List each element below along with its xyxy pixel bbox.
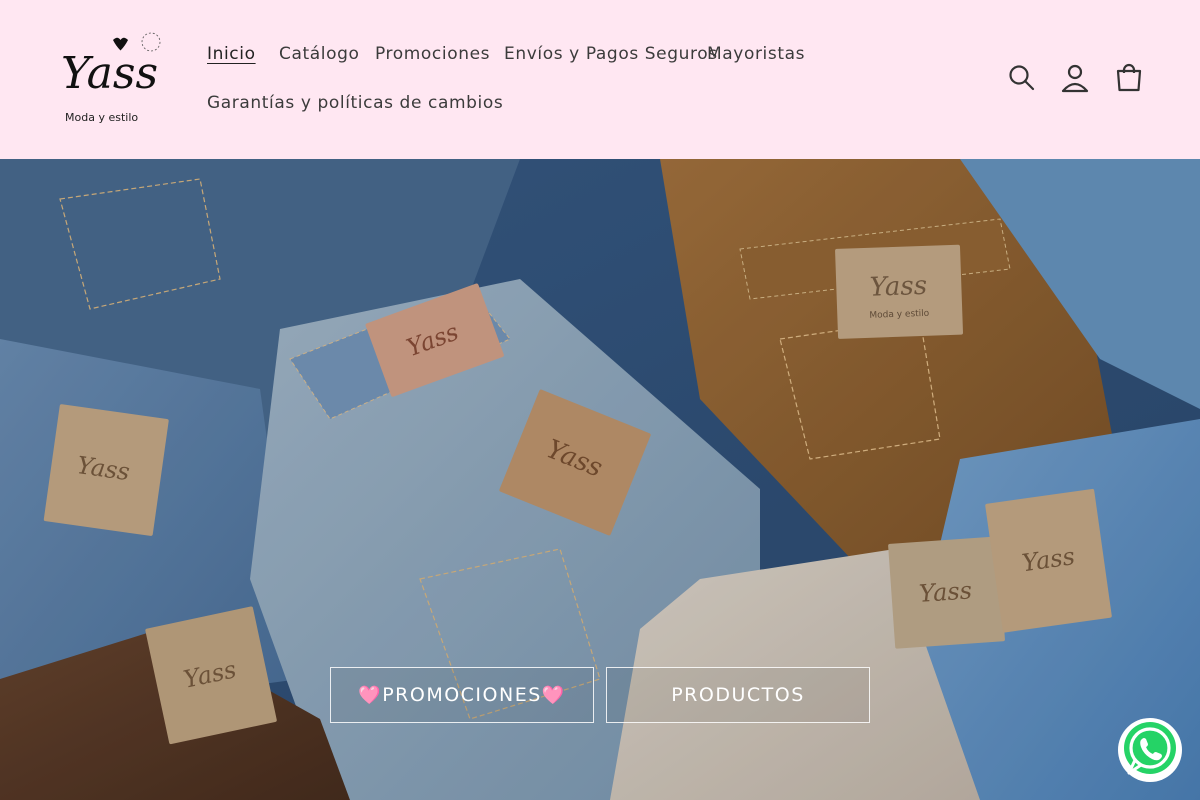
logo-mark: Yass Moda y estilo xyxy=(61,32,161,124)
cart-button[interactable] xyxy=(1111,60,1147,96)
account-icon xyxy=(1061,64,1089,93)
nav-item-promociones[interactable]: Promociones xyxy=(375,44,490,64)
promociones-button[interactable]: 🩷 PROMOCIONES 🩷 xyxy=(330,667,594,723)
brand-logo[interactable]: Yass Moda y estilo xyxy=(55,30,165,130)
nav-item-catalogo[interactable]: Catálogo xyxy=(279,44,360,64)
cart-icon xyxy=(1116,63,1142,92)
heart-icon: 🩷 xyxy=(541,684,566,706)
heart-icon: 🩷 xyxy=(358,684,383,706)
hero-image: Yass Yass Yass Moda y estilo Yass Yass Y… xyxy=(0,159,1200,800)
productos-button[interactable]: PRODUCTOS xyxy=(606,667,870,723)
whatsapp-icon xyxy=(1118,718,1182,782)
promociones-button-label: PROMOCIONES xyxy=(382,684,542,706)
site-header: Yass Moda y estilo Inicio Catálogo Promo… xyxy=(0,0,1200,159)
nav-item-inicio[interactable]: Inicio xyxy=(207,44,256,64)
svg-text:Moda y estilo: Moda y estilo xyxy=(65,111,138,124)
search-icon xyxy=(1009,65,1035,91)
svg-text:Yass: Yass xyxy=(61,48,158,99)
account-button[interactable] xyxy=(1057,60,1093,96)
search-button[interactable] xyxy=(1004,60,1040,96)
nav-item-garantias[interactable]: Garantías y políticas de cambios xyxy=(207,93,503,113)
nav-item-envios[interactable]: Envíos y Pagos Seguros xyxy=(504,44,718,64)
nav-item-mayoristas[interactable]: Mayoristas xyxy=(707,44,805,64)
whatsapp-button[interactable] xyxy=(1116,716,1184,784)
hero-banner: Yass Yass Yass Moda y estilo Yass Yass Y… xyxy=(0,159,1200,800)
